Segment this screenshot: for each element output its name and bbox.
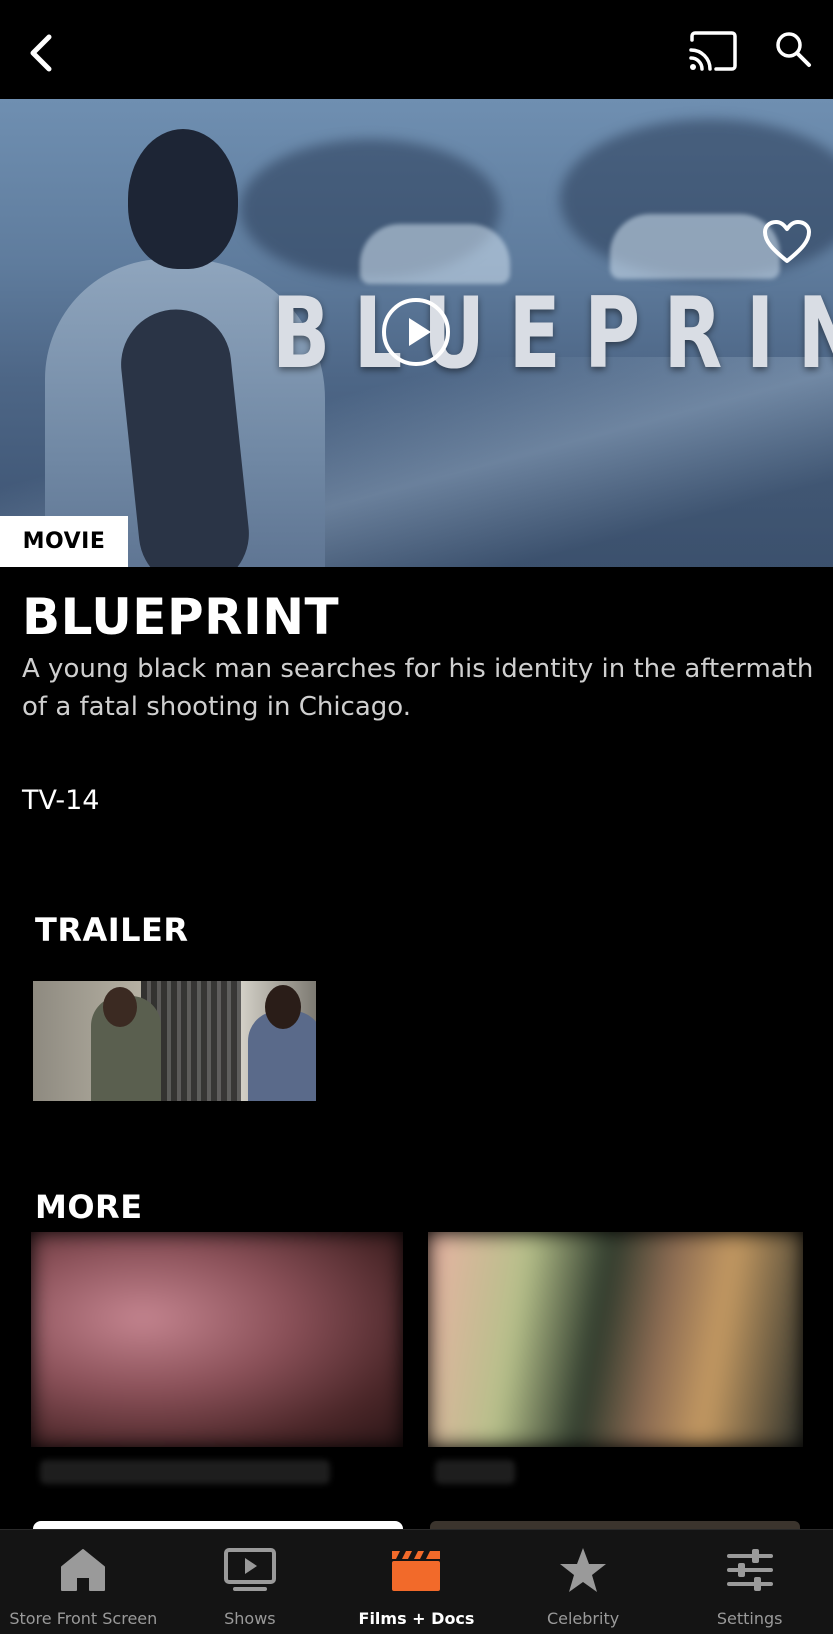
trailer-thumbnail[interactable] (33, 981, 316, 1101)
bottom-tab-bar: Store Front Screen Shows Films + Docs Ce… (0, 1529, 833, 1634)
background-car (360, 224, 510, 284)
play-button[interactable] (381, 297, 451, 367)
more-item-card[interactable] (31, 1232, 403, 1447)
more-section-title: MORE (35, 1188, 143, 1226)
search-button[interactable] (770, 26, 816, 72)
tab-films-docs[interactable]: Films + Docs (333, 1530, 500, 1634)
home-icon (61, 1549, 106, 1591)
cast-button[interactable] (686, 26, 740, 76)
chevron-left-icon (30, 34, 52, 72)
play-circle-icon (382, 298, 450, 366)
tab-label: Films + Docs (358, 1609, 475, 1628)
hero-title-art: BLUEPRINT (272, 277, 833, 391)
tab-settings[interactable]: Settings (666, 1530, 833, 1634)
star-icon (560, 1548, 607, 1592)
more-item-thumbnail (428, 1232, 803, 1447)
trailer-section-title: TRAILER (35, 911, 189, 949)
content-type-badge: MOVIE (0, 516, 128, 567)
more-item-caption (435, 1460, 515, 1484)
actor-head (128, 129, 238, 269)
tab-label: Settings (716, 1609, 783, 1628)
tab-label: Celebrity (546, 1609, 620, 1628)
search-icon (776, 32, 811, 67)
movie-description: A young black man searches for his ident… (22, 654, 814, 722)
sliders-icon (726, 1549, 773, 1591)
more-item-card[interactable] (428, 1232, 803, 1447)
tab-label: Shows (224, 1609, 276, 1628)
heart-outline-icon (763, 220, 811, 263)
background-car-right (610, 214, 780, 279)
clapperboard-icon (392, 1551, 441, 1591)
trailer-scene-person-head (103, 987, 137, 1027)
play-box-icon (223, 1548, 276, 1591)
movie-title: BLUEPRINT (22, 588, 340, 646)
favorite-button[interactable] (762, 219, 812, 265)
content-rating: TV-14 (22, 785, 100, 816)
tab-shows[interactable]: Shows (167, 1530, 334, 1634)
more-item-caption (40, 1460, 330, 1484)
back-button[interactable] (18, 28, 62, 78)
tab-label: Store Front Screen (9, 1609, 158, 1628)
top-bar (0, 0, 833, 99)
more-item-thumbnail (31, 1232, 403, 1447)
trailer-scene-person-head (265, 985, 301, 1029)
tab-celebrity[interactable]: Celebrity (500, 1530, 667, 1634)
tab-store-front-screen[interactable]: Store Front Screen (0, 1530, 167, 1634)
cast-icon (689, 31, 737, 71)
